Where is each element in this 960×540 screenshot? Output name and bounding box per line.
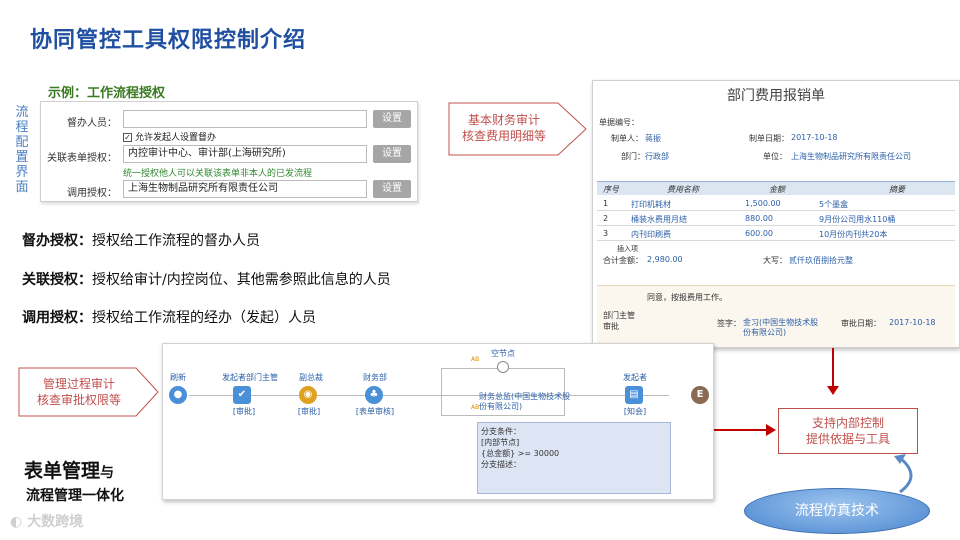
person-icon[interactable]: ● xyxy=(169,386,187,404)
sign-label: 签字： xyxy=(717,319,741,328)
ab-tag: AB xyxy=(471,404,480,411)
doc-no-label: 单据编号： xyxy=(599,118,639,127)
dept-value: 行政部 xyxy=(645,152,669,161)
related-form-label: 关联表单授权： xyxy=(47,153,117,164)
empty-node-label: 空节点 xyxy=(491,349,515,358)
related-form-set-button[interactable]: 设置 xyxy=(373,145,411,163)
finance-callout: 基本财务审计 核查费用明细等 xyxy=(461,113,546,143)
allow-initiator-checkbox-row[interactable]: ✓ 允许发起人设置督办 xyxy=(123,130,216,143)
flow-node-sub: [知会] xyxy=(623,407,647,416)
desc-related: 关联授权：授权给审计/内控岗位、其他需参照此信息的人员 xyxy=(22,272,391,288)
signer-value: 金习(中国生物技术股份有限公司) xyxy=(743,318,819,337)
approval-label: 部门主管审批 xyxy=(603,311,635,331)
form-table-header: 序号 费用名称 金额 摘要 xyxy=(597,181,955,195)
simulation-badge: 流程仿真技术 xyxy=(744,488,930,534)
slogan-line1: 表单管理与 xyxy=(24,460,115,482)
approval-date-value: 2017-10-18 xyxy=(889,318,936,327)
total-value: 2,980.00 xyxy=(647,255,683,264)
supervisor-set-button[interactable]: 设置 xyxy=(373,110,411,128)
empty-node-icon[interactable] xyxy=(497,361,509,373)
upper-value: 贰仟玖佰捌拾元整 xyxy=(789,256,853,265)
date-value: 2017-10-18 xyxy=(791,133,838,142)
flow-connector xyxy=(189,395,669,396)
watermark-logo: ◐ 大数跨境 xyxy=(10,514,84,530)
authorization-hint: 统一授权他人可以关联该表单非本人的已发流程 xyxy=(123,169,313,179)
upper-label: 大写： xyxy=(763,256,787,265)
down-arrow xyxy=(827,348,839,395)
notify-icon[interactable]: ▤ xyxy=(625,386,643,404)
desc-invoke: 调用授权：授权给工作流程的经办（发起）人员 xyxy=(22,310,316,326)
creator-value: 蒋振 xyxy=(645,134,661,143)
flow-node-sub: [审批] xyxy=(297,407,321,416)
flow-node-label: 副总裁 xyxy=(299,373,323,382)
workflow-panel: 刷新 ● 发起者部门主管 ✔ [审批] 副总裁 ◉ [审批] 财务部 ♣ [表单… xyxy=(162,343,714,500)
creator-label: 制单人： xyxy=(611,134,643,143)
approval-section: 部门主管审批 同意，按报费用工作。 签字： 金习(中国生物技术股份有限公司) 审… xyxy=(597,285,955,347)
expense-form: 部门费用报销单 单据编号： 制单人： 蒋振 制单日期： 2017-10-18 部… xyxy=(592,80,960,348)
approval-date-label: 审批日期： xyxy=(841,319,881,328)
supervisor-label: 督办人员： xyxy=(67,118,117,129)
allow-initiator-checkbox[interactable]: ✓ xyxy=(123,133,132,142)
branch-node-label: 财务总监(中国生物技术股份有限公司) xyxy=(479,392,571,411)
flow-node-sub: [审批] xyxy=(232,407,256,416)
department-icon[interactable]: ♣ xyxy=(365,386,383,404)
form-title: 部门费用报销单 xyxy=(727,88,825,104)
table-row: 2 桶装水费用月结 880.00 9月份公司用水110桶 xyxy=(597,211,955,226)
branch-condition-box: 分支条件： [内部节点] {总金额} >= 30000 分支描述： xyxy=(477,422,671,494)
invoke-label: 调用授权： xyxy=(67,188,117,199)
table-row: 1 打印机耗材 1,500.00 5个墨盒 xyxy=(597,196,955,211)
unit-label: 单位： xyxy=(763,152,787,161)
insert-item-label[interactable]: 插入项 xyxy=(617,244,638,254)
flow-node-label: 发起者 xyxy=(623,373,647,382)
invoke-input[interactable]: 上海生物制品研究所有限责任公司 xyxy=(123,180,367,198)
date-label: 制单日期： xyxy=(749,134,789,143)
process-callout: 管理过程审计 核查审批权限等 xyxy=(36,377,121,407)
checkbox-label: 允许发起人设置督办 xyxy=(135,133,217,143)
invoke-set-button[interactable]: 设置 xyxy=(373,180,411,198)
dept-label: 部门： xyxy=(621,152,645,161)
approval-icon[interactable]: ✔ xyxy=(233,386,251,404)
ab-tag: AB xyxy=(471,356,480,363)
vertical-label: 流程配置界面 xyxy=(15,105,29,195)
unit-value: 上海生物制品研究所有限责任公司 xyxy=(791,152,911,161)
supervisor-input[interactable] xyxy=(123,110,367,128)
approval-text: 同意，按报费用工作。 xyxy=(647,293,727,302)
logo-icon: ◐ xyxy=(10,514,28,530)
related-form-input[interactable]: 内控审计中心、审计部(上海研究所) xyxy=(123,145,367,163)
config-panel: 督办人员： 设置 ✓ 允许发起人设置督办 关联表单授权： 内控审计中心、审计部(上… xyxy=(40,101,418,202)
flow-node-label: 财务部 xyxy=(363,373,387,382)
slide-title: 协同管控工具权限控制介绍 xyxy=(30,28,307,53)
flow-node-label: 发起者部门主管 xyxy=(222,373,278,382)
flow-node-label: 刷新 xyxy=(170,373,186,382)
support-callout: 支持内部控制 提供依据与工具 xyxy=(778,408,918,454)
slogan-line2: 流程管理一体化 xyxy=(26,488,124,504)
flow-node-sub: [表单审核] xyxy=(355,407,395,416)
desc-supervise: 督办授权：授权给工作流程的督办人员 xyxy=(22,233,260,249)
approval-eye-icon[interactable]: ◉ xyxy=(299,386,317,404)
table-row: 3 内刊印刷费 600.00 10月份内刊共20本 xyxy=(597,226,955,241)
example-title: 示例：工作流程授权 xyxy=(48,86,166,101)
total-label: 合计金额： xyxy=(603,256,643,265)
